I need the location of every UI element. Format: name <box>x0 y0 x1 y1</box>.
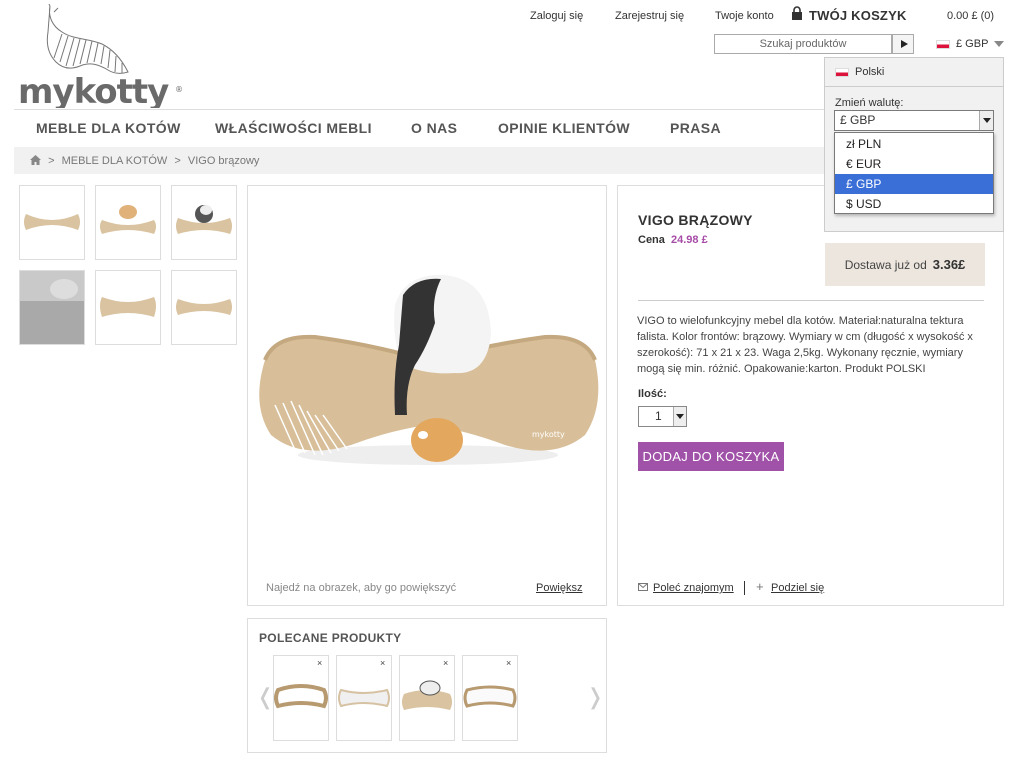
info-divider <box>638 300 984 301</box>
login-link[interactable]: Zaloguj się <box>530 10 583 22</box>
shipping-label: Dostawa już od <box>844 258 927 272</box>
carousel-prev-icon[interactable]: ❬ <box>256 684 274 710</box>
home-icon[interactable] <box>30 155 41 165</box>
currency-option-usd[interactable]: $ USD <box>835 194 993 214</box>
thumbnail-1[interactable] <box>19 185 85 260</box>
thumbnail-4[interactable] <box>19 270 85 345</box>
share-divider <box>744 581 745 595</box>
account-link[interactable]: Twoje konto <box>715 10 774 22</box>
search-input[interactable]: Szukaj produktów <box>714 34 892 54</box>
envelope-icon <box>638 582 648 594</box>
carousel-next-icon[interactable]: ❭ <box>586 684 604 710</box>
breadcrumb: > MEBLE DLA KOTÓW > VIGO brązowy <box>30 154 263 167</box>
thumbnail-3[interactable] <box>171 185 237 260</box>
recommended-title: POLECANE PRODUKTY <box>259 631 402 645</box>
quantity-label: Ilość: <box>638 388 667 400</box>
zoom-hint: Najedź na obrazek, aby go powiększyć <box>266 582 457 594</box>
close-icon[interactable]: × <box>443 658 448 668</box>
nav-item-opinie[interactable]: OPINIE KLIENTÓW <box>498 120 630 136</box>
flag-icon <box>835 68 849 77</box>
language-option-polski[interactable]: Polski <box>855 66 884 78</box>
lock-icon <box>791 6 803 23</box>
currency-option-pln[interactable]: zł PLN <box>835 134 993 154</box>
plus-icon: + <box>756 579 764 594</box>
thumbnail-6[interactable] <box>171 270 237 345</box>
breadcrumb-separator: > <box>48 155 55 167</box>
currency-switcher[interactable]: £ GBP <box>956 38 988 50</box>
close-icon[interactable]: × <box>317 658 322 668</box>
nav-item-prasa[interactable]: PRASA <box>670 120 721 136</box>
close-icon[interactable]: × <box>506 658 511 668</box>
shipping-badge: Dostawa już od 3.36£ <box>825 243 985 286</box>
cart-total[interactable]: 0.00 £ (0) <box>947 10 994 22</box>
currency-dropdown: zł PLN € EUR £ GBP $ USD <box>834 132 994 214</box>
shipping-price: 3.36£ <box>932 257 966 272</box>
product-main-image[interactable]: mykotty <box>255 265 601 485</box>
product-price: 24.98 £ <box>671 234 708 246</box>
breadcrumb-separator: > <box>174 155 181 167</box>
nav-item-meble[interactable]: MEBLE DLA KOTÓW <box>36 120 181 136</box>
product-title: VIGO BRĄZOWY <box>638 212 753 228</box>
recommend-link[interactable]: Poleć znajomym <box>653 582 734 594</box>
nav-item-o-nas[interactable]: O NAS <box>411 120 457 136</box>
breadcrumb-item-meble[interactable]: MEBLE DLA KOTÓW <box>62 155 168 167</box>
flag-icon <box>936 40 950 49</box>
zoom-link[interactable]: Powiększ <box>536 582 582 594</box>
close-icon[interactable]: × <box>380 658 385 668</box>
svg-text:®: ® <box>175 85 183 94</box>
svg-text:mykotty: mykotty <box>18 72 169 108</box>
currency-select[interactable]: £ GBP <box>834 110 994 131</box>
currency-change-label: Zmień walutę: <box>835 97 904 109</box>
currency-option-eur[interactable]: € EUR <box>835 154 993 174</box>
thumbnail-5[interactable] <box>95 270 161 345</box>
register-link[interactable]: Zarejestruj się <box>615 10 684 22</box>
cart-link[interactable]: TWÓJ KOSZYK <box>809 8 907 23</box>
panel-divider <box>825 86 1003 87</box>
chevron-down-icon[interactable] <box>994 41 1004 47</box>
currency-option-gbp[interactable]: £ GBP <box>835 174 993 194</box>
chevron-down-icon[interactable] <box>979 111 993 130</box>
quantity-dropdown-arrow[interactable] <box>673 407 686 426</box>
nav-item-wlasciwosci[interactable]: WŁAŚCIWOŚCI MEBLI <box>215 120 372 136</box>
product-description: VIGO to wielofunkcyjny mebel dla kotów. … <box>637 315 973 375</box>
site-logo[interactable]: mykotty ® <box>18 1 188 112</box>
share-link[interactable]: Podziel się <box>771 582 824 594</box>
breadcrumb-item-current: VIGO brązowy <box>187 155 260 167</box>
add-to-cart-button[interactable]: DODAJ DO KOSZYKA <box>638 442 784 471</box>
svg-text:mykotty: mykotty <box>532 430 565 439</box>
thumbnail-2[interactable] <box>95 185 161 260</box>
search-submit-button[interactable] <box>892 34 914 54</box>
price-label: Cena <box>638 234 665 246</box>
